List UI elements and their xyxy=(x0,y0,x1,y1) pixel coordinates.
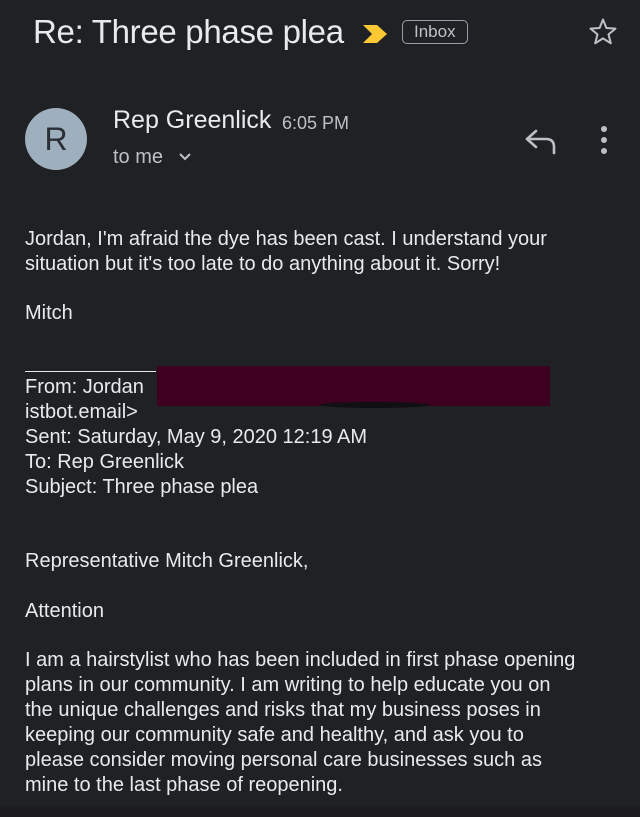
reply-icon[interactable] xyxy=(524,127,558,155)
email-view: Re: Three phase plea Inbox R Rep Greenli… xyxy=(0,0,640,817)
reply-line-2: situation but it's too late to do anythi… xyxy=(25,253,501,275)
subject-header: Re: Three phase plea Inbox xyxy=(0,0,640,64)
quote-from: From: Jordan xyxy=(25,376,144,398)
bottom-edge xyxy=(0,806,640,817)
redaction-block xyxy=(157,366,550,406)
paragraph-line: keeping our community safe and healthy, … xyxy=(25,724,524,746)
paragraph-line: mine to the last phase of reopening. xyxy=(25,774,343,796)
paragraph-line: I am a hairstylist who has been included… xyxy=(25,649,576,671)
star-icon[interactable] xyxy=(588,17,618,47)
recipient-details-toggle[interactable]: to me xyxy=(113,146,163,169)
signature: Mitch xyxy=(25,302,73,324)
paragraph-line: plans in our community. I am writing to … xyxy=(25,674,551,696)
paragraph-line: the unique challenges and risks that my … xyxy=(25,699,541,721)
email-subject: Re: Three phase plea xyxy=(33,13,344,50)
more-options-icon[interactable] xyxy=(594,124,614,156)
quote-subject: Subject: Three phase plea xyxy=(25,476,259,498)
sent-time: 6:05 PM xyxy=(282,113,350,133)
reply-line-1: Jordan, I'm afraid the dye has been cast… xyxy=(25,228,547,250)
attention-line: Attention xyxy=(25,600,104,622)
sender-name[interactable]: Rep Greenlick xyxy=(113,106,271,135)
sender-avatar[interactable]: R xyxy=(25,108,87,170)
paragraph-line: please consider moving personal care bus… xyxy=(25,749,542,771)
chevron-down-icon[interactable] xyxy=(178,152,192,162)
importance-marker-icon[interactable] xyxy=(362,24,388,44)
quote-from-email: istbot.email> xyxy=(25,401,138,423)
quote-sent: Sent: Saturday, May 9, 2020 12:19 AM xyxy=(25,426,368,448)
inbox-label-chip[interactable]: Inbox xyxy=(402,20,468,44)
greeting: Representative Mitch Greenlick, xyxy=(25,550,309,572)
quote-divider xyxy=(25,371,156,372)
redaction-shadow xyxy=(320,402,430,408)
quote-to: To: Rep Greenlick xyxy=(25,451,184,473)
